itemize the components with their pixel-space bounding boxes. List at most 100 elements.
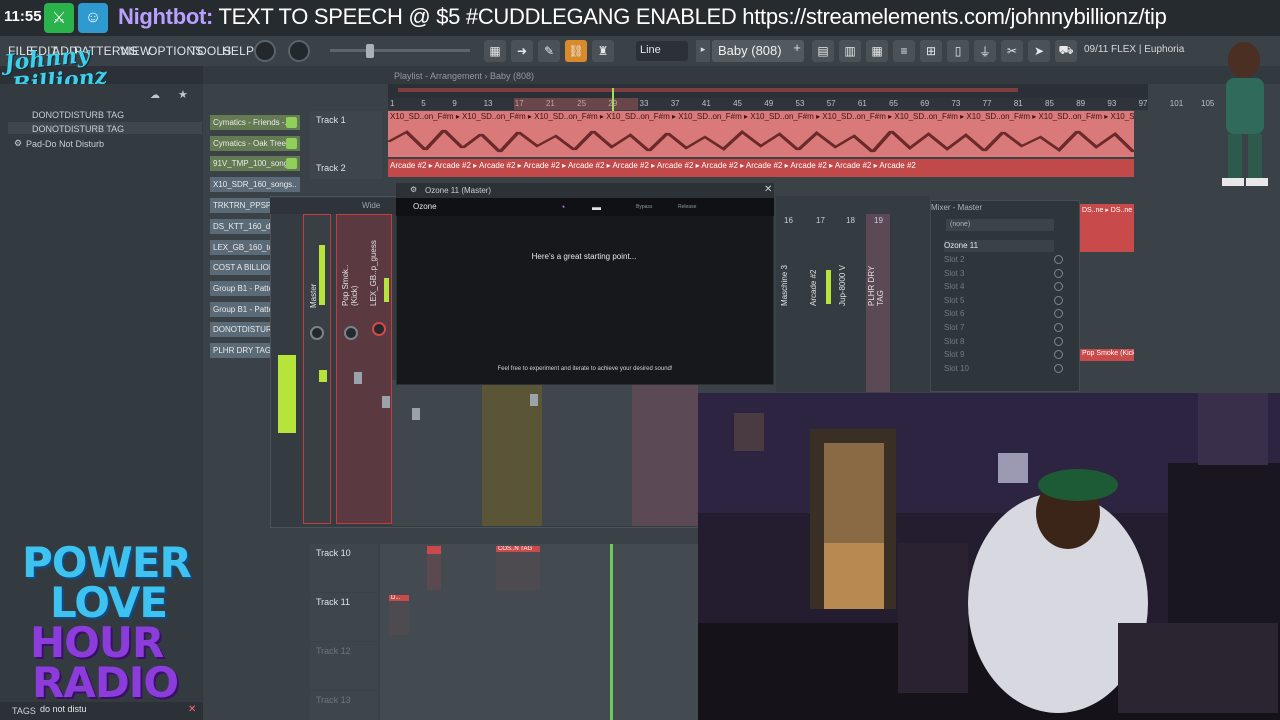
fader-handle[interactable] [319,370,327,382]
preset-select[interactable]: (none) [946,219,1054,231]
loop-region[interactable] [514,98,638,110]
ozone-header [396,198,774,216]
browser-item[interactable]: Pad-Do Not Disturb [26,139,104,149]
track-header[interactable]: Track 13 [310,691,378,720]
audio-clip-d[interactable]: D... [389,595,409,635]
piano-roll-icon[interactable]: ▦ [866,40,888,62]
track-name: Track 1 [316,115,346,125]
browser-search-input[interactable]: do not distu [40,704,160,717]
timeline-tick: 61 [857,99,867,108]
audio-clip-track2[interactable]: Arcade #2 ▸ Arcade #2 ▸ Arcade #2 ▸ Arca… [388,159,1134,177]
fader-handle[interactable] [530,394,538,406]
insert-slot[interactable]: Slot 5 [944,296,964,305]
tools-icon[interactable]: ✂ [1001,40,1023,62]
insert-slot[interactable]: Slot 6 [944,309,964,318]
snap-select[interactable]: Line [636,41,688,61]
slot-mix-knob[interactable] [1054,255,1063,264]
pan-knob[interactable] [344,326,358,340]
eq-icon[interactable]: ≡ [893,40,915,62]
file-icon[interactable]: ▯ [947,40,969,62]
master-volume-knob[interactable] [254,40,276,62]
star-icon[interactable]: ★ [178,88,188,101]
slot-mix-knob[interactable] [1054,363,1063,373]
fader-handle[interactable] [382,396,390,408]
master-level-meter [319,245,325,305]
timeline-tick: 77 [982,99,992,108]
arrow-icon[interactable]: ➜ [511,40,533,62]
tempo-slider[interactable] [330,49,470,52]
track-header[interactable]: Track 1 [310,111,382,159]
slot-mix-knob[interactable] [1054,295,1063,305]
ozone-brand: Ozone [413,202,437,211]
stamp-icon[interactable]: ♜ [592,40,614,62]
send-icon[interactable]: ➤ [1028,40,1050,62]
timeline-tick: 85 [1045,99,1054,108]
webcam-scene [698,393,1280,720]
playhead-line[interactable] [610,544,613,720]
channel-led[interactable] [286,117,297,128]
master-pitch-knob[interactable] [288,40,310,62]
audio-clip[interactable] [427,546,441,590]
fader-handle[interactable] [354,372,362,384]
clock: 11:55 [4,8,42,25]
track-header[interactable]: Track 10 [310,544,378,592]
release-button[interactable]: Release [678,204,696,210]
mixer-icon[interactable]: ▤ [812,40,834,62]
audio-clip-ds[interactable]: DS..ne ▸ DS..ne [1080,204,1134,252]
play-pattern-icon[interactable]: ▸ [696,40,710,62]
insert-slot-ozone[interactable]: Ozone 11 [944,241,978,250]
menu-help[interactable]: HELP [222,44,254,58]
mixer-strips-row[interactable] [392,380,698,526]
insert-slot[interactable]: Slot 3 [944,269,964,278]
close-icon[interactable]: ✕ [764,184,772,195]
browser-item[interactable]: DONOTDISTURB TAG [32,110,124,120]
playlist-icon[interactable]: ▦ [484,40,506,62]
insert-slot[interactable]: Slot 7 [944,323,964,332]
slot-mix-knob[interactable] [1054,323,1063,332]
modules-icon[interactable]: ▬ [592,202,601,212]
clip-header [427,546,441,554]
add-pattern-icon[interactable]: + [790,40,804,62]
insert-slot[interactable]: Slot 10 [944,364,969,373]
brush-icon[interactable]: ✎ [538,40,560,62]
clip-label: D... [389,595,409,601]
cloud-icon[interactable]: ☁ [150,90,160,101]
browser-icon[interactable]: ⊞ [920,40,942,62]
channel-led[interactable] [286,138,297,149]
mixer-strips-right [776,196,930,392]
insert-slot[interactable]: Slot 8 [944,337,964,346]
slot-mix-knob[interactable] [1054,268,1063,278]
track-header[interactable]: Track 12 [310,642,378,690]
timeline-tick: 5 [421,99,426,108]
slot-mix-knob[interactable] [1054,336,1063,346]
pan-knob[interactable] [372,322,386,336]
pan-knob[interactable] [310,326,324,340]
insert-slot[interactable]: Slot 9 [944,350,964,359]
timeline-tick: 69 [920,99,930,108]
cart-icon[interactable]: ⛟ [1055,40,1077,62]
channel-button[interactable]: X10_SDR_160_songs.. [210,177,300,192]
tempo-slider-handle[interactable] [366,44,374,58]
assistant-icon[interactable]: ◔ [560,202,565,212]
track-header[interactable]: Track 11 [310,593,378,641]
ticker-text: Nightbot: TEXT TO SPEECH @ $5 #CUDDLEGAN… [118,4,1167,30]
close-icon[interactable]: ✕ [188,704,196,715]
audio-clip-cos[interactable]: COS..N TAG [496,546,540,590]
channel-rack-icon[interactable]: ▥ [839,40,861,62]
link-icon[interactable]: ⛓ [565,40,587,62]
track-header[interactable]: Track 2 [310,159,382,179]
insert-slot[interactable]: Slot 2 [944,255,964,264]
insert-slot[interactable]: Slot 4 [944,282,964,291]
ozone-headline: Here's a great starting point... [531,252,637,261]
audio-clip-track1[interactable]: X10_SD..on_F#m ▸ X10_SD..on_F#m ▸ X10_SD… [388,111,1134,157]
gear-icon[interactable]: ⚙ [410,185,417,194]
bypass-button[interactable]: Bypass [636,204,652,210]
plug-icon[interactable]: ⏚ [974,40,996,62]
browser-item[interactable]: DONOTDISTURB TAG [32,124,124,134]
ozone-footer: Feel free to experiment and iterate to a… [497,366,673,372]
menu-view[interactable]: VIEW [120,44,151,58]
audio-clip-pop[interactable]: Pop Smoke (Kick) [1080,349,1134,361]
fader-handle[interactable] [412,408,420,420]
level-meter [826,270,831,304]
channel-led[interactable] [286,158,297,169]
